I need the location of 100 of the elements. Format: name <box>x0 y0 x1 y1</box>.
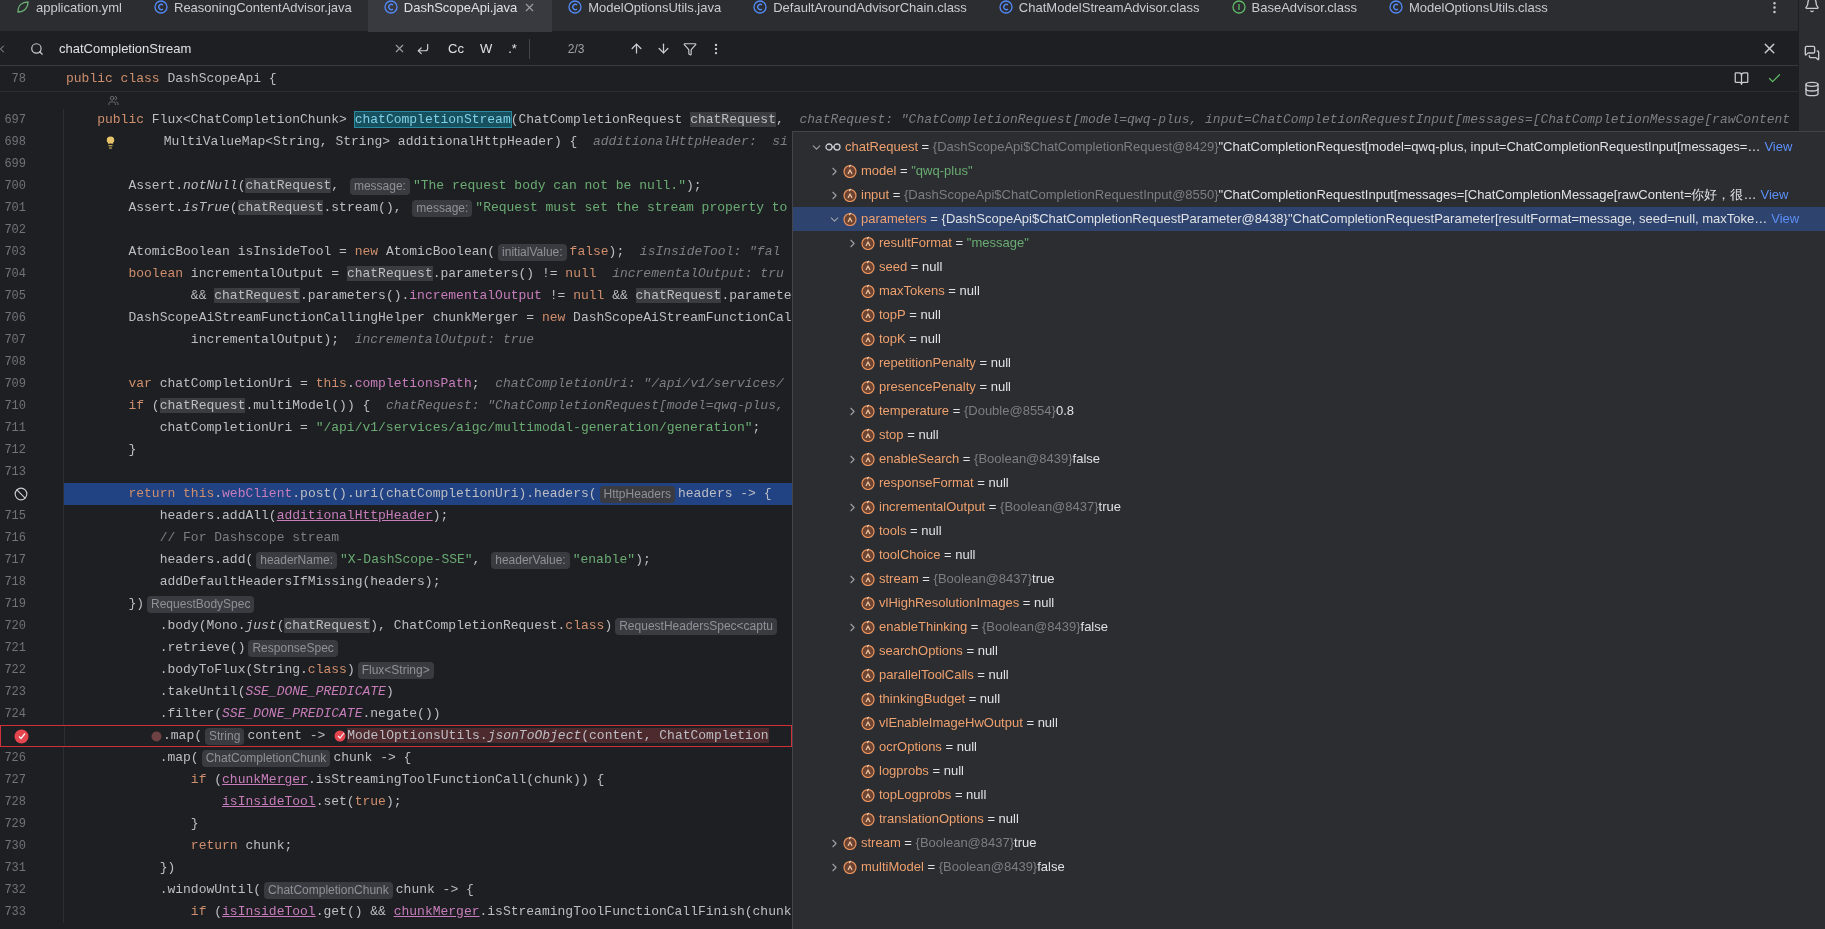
field-icon <box>861 548 875 562</box>
inlay-hint: HttpHeaders <box>599 485 675 503</box>
match-counter: 2/3 <box>567 40 585 58</box>
tree-row[interactable]: input = {DashScopeApi$ChatCompletionRequestInput@8550}"ChatCompletionRequestInput[messages=[ChatCompletionMessage[rawContent=你好，很… View <box>793 183 1825 207</box>
tree-row[interactable]: model = "qwq-plus" <box>793 159 1825 183</box>
editor-tab[interactable]: application.yml <box>0 0 138 32</box>
tree-row[interactable]: parallelToolCalls = null <box>793 663 1825 687</box>
line-number: 717 <box>4 552 26 569</box>
tree-row[interactable]: maxTokens = null <box>793 279 1825 303</box>
filter-icon[interactable] <box>682 41 697 56</box>
tree-row[interactable]: searchOptions = null <box>793 639 1825 663</box>
tree-row[interactable]: toolChoice = null <box>793 543 1825 567</box>
view-link[interactable]: View <box>1764 137 1793 157</box>
tree-row[interactable]: temperature = {Double@8554}0.8 <box>793 399 1825 423</box>
line-number: 726 <box>4 750 26 767</box>
code-text: .map( <box>163 727 202 746</box>
tree-row[interactable]: translationOptions = null <box>793 807 1825 831</box>
code-text: var chatCompletionUri = this.completionsPath; <box>127 375 481 394</box>
line-number: 730 <box>4 838 26 855</box>
tree-row[interactable]: vlEnableImageHwOutput = null <box>793 711 1825 735</box>
code-text: incrementalOutput); <box>189 331 341 350</box>
inlay-hint: RequestBodySpec <box>147 595 255 613</box>
tree-row[interactable]: enableSearch = {Boolean@8439}false <box>793 447 1825 471</box>
tree-row[interactable]: stop = null <box>793 423 1825 447</box>
tree-row[interactable]: chatRequest = {DashScopeApi$ChatCompletionRequest@8429}"ChatCompletionRequest[model=qwq-plus, input=ChatCompletionRequestInput[messages=… View <box>793 135 1825 159</box>
field-icon <box>861 788 875 802</box>
inlay-hint: headerValue: <box>491 551 570 569</box>
clear-icon[interactable] <box>393 42 406 55</box>
tree-row[interactable]: thinkingBudget = null <box>793 687 1825 711</box>
tree-row[interactable]: stream = {Boolean@8437}true <box>793 567 1825 591</box>
inlay-hint: message: <box>412 199 473 217</box>
code-text: return chunk; <box>189 837 293 856</box>
inline-value: additionalHttpHeader: si <box>592 133 788 152</box>
search-option[interactable]: W <box>475 38 497 59</box>
code-text: boolean incrementalOutput = chatRequest.parameters() != null <box>127 265 597 284</box>
field-icon <box>861 500 875 514</box>
tree-row[interactable]: topK = null <box>793 327 1825 351</box>
class-icon <box>154 0 168 14</box>
tree-row[interactable]: resultFormat = "message" <box>793 231 1825 255</box>
breakpoint-dot-icon[interactable] <box>151 730 162 742</box>
people-icon[interactable] <box>108 95 119 106</box>
mute-breakpoints-icon[interactable] <box>14 487 28 501</box>
line-number: 711 <box>4 420 26 437</box>
view-link[interactable]: View <box>1760 185 1789 205</box>
tree-row[interactable]: topP = null <box>793 303 1825 327</box>
code-text: } <box>189 815 199 834</box>
line-number: 709 <box>4 376 26 393</box>
chat-icon[interactable] <box>1804 45 1820 61</box>
inline-value: chatCompletionUri: "/api/v1/services/ <box>495 375 784 394</box>
code-text: .map( <box>158 749 199 768</box>
breakpoint-icon[interactable] <box>14 728 29 744</box>
tree-row[interactable]: parameters = {DashScopeApi$ChatCompletionRequestParameter@8438}"ChatCompletionRequestParameter[resultFormat=message, seed=null, maxToke… View <box>793 207 1825 231</box>
search-icon[interactable] <box>30 41 44 56</box>
line-number: 712 <box>4 442 26 459</box>
line-number: 721 <box>4 640 26 657</box>
tree-row[interactable]: vlHighResolutionImages = null <box>793 591 1825 615</box>
arrow-down-icon[interactable] <box>655 41 671 56</box>
search-option[interactable]: .* <box>504 38 521 59</box>
tree-row[interactable]: multiModel = {Boolean@8439}false <box>793 855 1825 879</box>
tree-row[interactable]: repetitionPenalty = null <box>793 351 1825 375</box>
lightbulb-icon[interactable] <box>104 135 117 149</box>
database-icon[interactable] <box>1804 81 1820 97</box>
editor-tab[interactable]: BaseAdvisor.class <box>1215 0 1373 32</box>
editor-tab[interactable]: DefaultAroundAdvisorChain.class <box>737 0 983 32</box>
return-arrow-icon[interactable] <box>416 41 430 56</box>
tree-row[interactable]: stream = {Boolean@8437}true <box>793 831 1825 855</box>
line-number: 702 <box>4 222 26 239</box>
tree-row[interactable]: incrementalOutput = {Boolean@8437}true <box>793 495 1825 519</box>
reader-mode-icon[interactable] <box>1734 71 1749 86</box>
tree-row[interactable]: enableThinking = {Boolean@8439}false <box>793 615 1825 639</box>
line-number: 699 <box>4 156 26 173</box>
code-text: "X-DashScope-SSE", <box>339 551 482 570</box>
tree-row[interactable]: ocrOptions = null <box>793 735 1825 759</box>
tree-row[interactable]: logprobs = null <box>793 759 1825 783</box>
tree-row[interactable]: seed = null <box>793 255 1825 279</box>
code-text: chatCompletionUri = "/api/v1/services/aigc/multimodal-generation/generation"; <box>158 419 761 438</box>
code-text: }) <box>158 859 176 878</box>
field-icon <box>861 812 875 826</box>
editor-tab[interactable]: ChatModelStreamAdvisor.class <box>982 0 1216 32</box>
breakpoint-icon[interactable] <box>334 730 347 742</box>
editor-tab[interactable]: ModelOptionsUtils.class <box>1373 0 1564 32</box>
field-icon <box>861 284 875 298</box>
editor-tab[interactable]: ModelOptionsUtils.java <box>552 0 738 32</box>
tree-row[interactable]: responseFormat = null <box>793 471 1825 495</box>
field-icon <box>861 356 875 370</box>
editor-tab[interactable]: ReasoningContentAdvisor.java <box>138 0 368 32</box>
tree-row[interactable]: topLogprobs = null <box>793 783 1825 807</box>
inlay-hint: ResponseSpec <box>248 639 338 657</box>
field-icon <box>861 476 875 490</box>
tree-row[interactable]: presencePenalty = null <box>793 375 1825 399</box>
bell-icon[interactable] <box>1804 0 1820 13</box>
search-field[interactable]: chatCompletionStream <box>59 38 393 59</box>
search-option[interactable]: Cc <box>444 38 468 59</box>
inlay-hint: ChatCompletionChunk <box>201 749 331 767</box>
code-text: "The request body can not be null."); <box>412 177 702 196</box>
code-text: content -> <box>247 727 327 746</box>
line-number: 703 <box>4 244 26 261</box>
inline-value: isInsideTool: "fal <box>639 243 781 262</box>
editor-tab[interactable]: DashScopeApi.java <box>367 0 553 32</box>
tree-row[interactable]: tools = null <box>793 519 1825 543</box>
